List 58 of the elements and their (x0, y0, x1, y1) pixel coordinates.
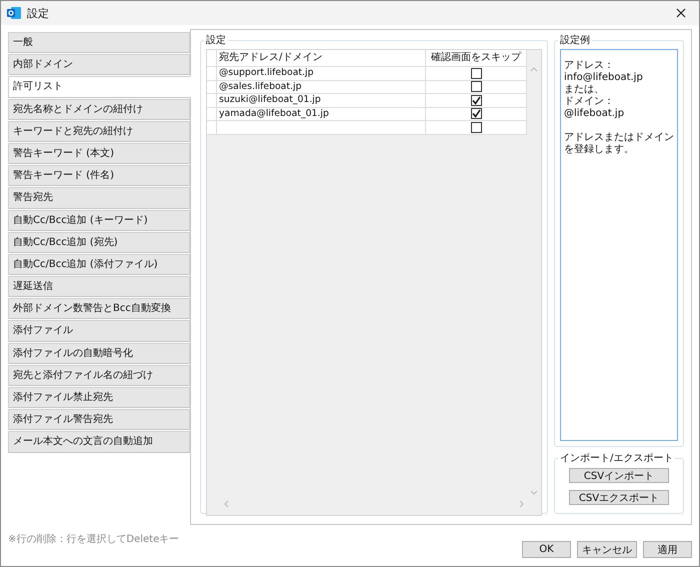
group-title: 設定例 (559, 34, 591, 47)
sidebar-tab[interactable]: 添付ファイルの自動暗号化 (8, 342, 190, 364)
sidebar-tab[interactable]: 警告キーワード (本文) (8, 142, 190, 164)
table-cell[interactable]: @sales.lifeboat.jp (217, 80, 426, 94)
group-title: 設定 (205, 34, 227, 47)
row-header[interactable] (207, 50, 217, 67)
csv-button[interactable]: CSVエクスポート (569, 490, 669, 505)
sidebar-tab[interactable]: 許可リスト (8, 76, 191, 98)
checkbox[interactable] (470, 81, 482, 92)
sidebar-tab[interactable]: 警告宛先 (8, 187, 190, 208)
scroll-left-icon[interactable] (224, 500, 229, 508)
sidebar-tab[interactable]: 自動Cc/Bcc追加 (添付ファイル) (8, 254, 190, 276)
scroll-down-icon[interactable] (530, 490, 538, 495)
sidebar-tab[interactable]: 宛先と添付ファイル名の紐づけ (8, 364, 190, 386)
sidebar-tab[interactable]: 添付ファイル (8, 320, 190, 342)
column-header[interactable]: 宛先アドレス/ドメイン (217, 50, 426, 67)
example-text: アドレス：info@lifeboat.jp (564, 60, 644, 84)
sidebar-tab[interactable]: 宛先名称とドメインの紐付け (8, 98, 190, 120)
table-cell[interactable]: @support.lifeboat.jp (217, 67, 426, 80)
example-text: アドレスまたはドメインを登録します。 (564, 132, 674, 156)
sidebar-tab[interactable]: 内部ドメイン (8, 54, 190, 76)
example-text: または、 (564, 84, 605, 96)
row-header[interactable] (207, 67, 217, 80)
checkbox[interactable] (470, 68, 482, 79)
dialog-button[interactable]: 適用 (643, 541, 692, 558)
row-header[interactable] (207, 94, 217, 108)
column-header[interactable]: 確認画面をスキップ (426, 50, 527, 67)
sidebar-tab[interactable]: 一般 (8, 32, 190, 54)
hint-text: ※行の削除：行を選択してDeleteキー (8, 532, 180, 546)
table-cell[interactable]: yamada@lifeboat_01.jp (217, 108, 426, 121)
sidebar-tab[interactable]: メール本文への文言の自動追加 (8, 431, 190, 453)
row-header[interactable] (207, 121, 217, 134)
scroll-right-icon[interactable] (519, 500, 524, 508)
scroll-up-icon[interactable] (530, 67, 538, 72)
sidebar-tab[interactable]: 添付ファイル警告宛先 (8, 409, 190, 430)
window-title: 設定 (27, 6, 49, 20)
sidebar-tab[interactable]: キーワードと宛先の紐付け (8, 120, 190, 142)
sidebar-tab[interactable]: 外部ドメイン数警告とBcc自動変換 (8, 298, 190, 320)
example-text: ドメイン：@lifeboat.jp (564, 96, 626, 120)
sidebar-tab[interactable]: 警告キーワード (件名) (8, 165, 190, 186)
table-cell[interactable] (217, 121, 426, 134)
sidebar-tab[interactable]: 自動Cc/Bcc追加 (キーワード) (8, 210, 190, 231)
table-cell[interactable]: suzuki@lifeboat_01.jp (217, 94, 426, 108)
group-title: インポート/エクスポート (559, 452, 674, 465)
csv-button[interactable]: CSVインポート (569, 468, 669, 483)
sidebar-tab[interactable]: 添付ファイル禁止宛先 (8, 387, 190, 408)
row-header[interactable] (207, 80, 217, 94)
dialog-button[interactable]: OK (522, 541, 571, 558)
row-header[interactable] (207, 108, 217, 121)
checkbox[interactable] (470, 94, 482, 106)
sidebar-tab[interactable]: 遅延送信 (8, 276, 190, 298)
sidebar-tab[interactable]: 自動Cc/Bcc追加 (宛先) (8, 232, 190, 253)
dialog-button[interactable]: キャンセル (577, 541, 637, 558)
checkbox[interactable] (470, 108, 482, 120)
close-icon (676, 8, 686, 18)
checkbox[interactable] (470, 122, 482, 133)
example-text-box[interactable]: アドレス：info@lifeboat.jp または、 ドメイン：@lifeboat.jp アドレスまたはドメインを登録します。 (560, 49, 678, 441)
app-logo-icon (7, 6, 21, 20)
